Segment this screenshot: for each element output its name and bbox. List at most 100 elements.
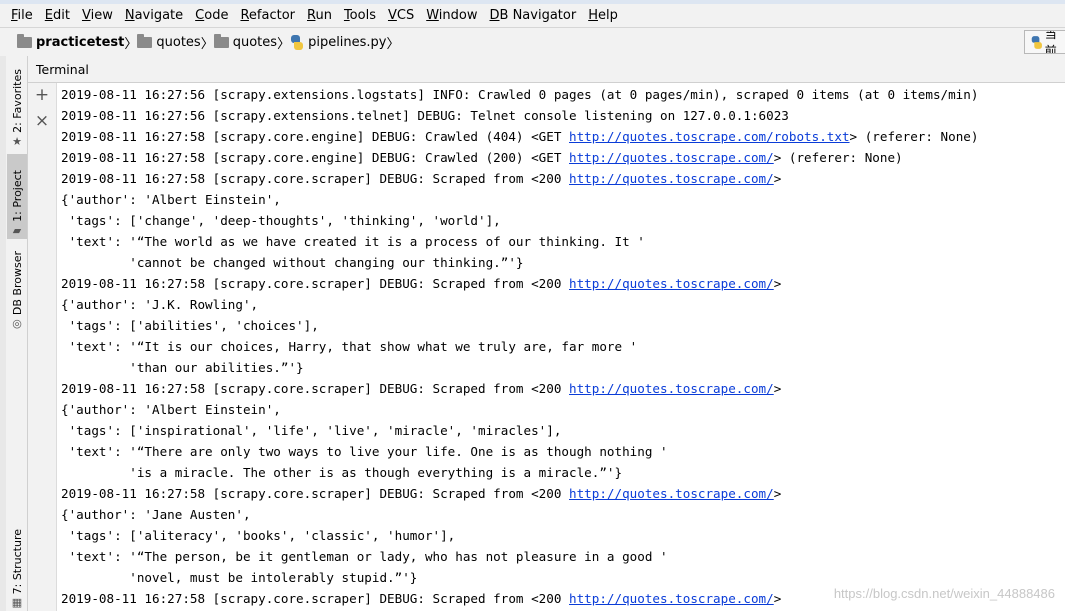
tool-tab-favorites[interactable]: 2: Favorites ★ (7, 60, 27, 150)
menu-refactor[interactable]: Refactor (234, 4, 301, 27)
menu-run[interactable]: Run (301, 4, 338, 27)
breadcrumb-project[interactable]: practicetest (17, 28, 124, 56)
console-line: 2019-08-11 16:27:58 [scrapy.core.scraper… (61, 273, 781, 294)
console-line-suffix: > (773, 591, 782, 606)
console-line-suffix: > (referer: None) (849, 129, 979, 144)
console-link[interactable]: http://quotes.toscrape.com/ (569, 486, 774, 501)
console-line-suffix: > (773, 486, 782, 501)
console-line-text: 2019-08-11 16:27:58 [scrapy.core.scraper… (61, 591, 569, 606)
project-tab-label: 1: Project (10, 170, 24, 222)
star-icon: ★ (12, 135, 22, 148)
console-line-text: {'author': 'Albert Einstein', (61, 192, 281, 207)
python-icon (1031, 35, 1042, 49)
menu-tools[interactable]: Tools (338, 4, 382, 27)
terminal-output[interactable]: 2019-08-11 16:27:56 [scrapy.extensions.l… (57, 84, 1065, 611)
console-line: 'novel, must be intolerably stupid.”'} (61, 567, 417, 588)
chevron-right-icon: 〉 (277, 36, 291, 52)
console-line: 'tags': ['change', 'deep-thoughts', 'thi… (61, 210, 501, 231)
console-link[interactable]: http://quotes.toscrape.com/ (569, 171, 774, 186)
chevron-right-icon: 〉 (386, 36, 400, 52)
console-line: 'tags': ['inspirational', 'life', 'live'… (61, 420, 562, 441)
menu-vcs[interactable]: VCS (382, 4, 420, 27)
console-line-text: 'text': '“It is our choices, Harry, that… (61, 339, 638, 354)
breadcrumb-subfolder[interactable]: quotes (213, 28, 277, 56)
console-line: 'is a miracle. The other is as though ev… (61, 462, 622, 483)
folder-icon (137, 33, 153, 48)
terminal-header: Terminal (28, 56, 1065, 83)
console-line-text: 'text': '“The person, be it gentleman or… (61, 549, 668, 564)
folder-icon (17, 33, 32, 48)
console-line-text: {'author': 'Albert Einstein', (61, 402, 281, 417)
console-line: 2019-08-11 16:27:58 [scrapy.core.scraper… (61, 168, 781, 189)
console-line-text: 'tags': ['inspirational', 'life', 'live'… (61, 423, 562, 438)
menu-window[interactable]: Window (420, 4, 483, 27)
console-line-text: 'novel, must be intolerably stupid.”'} (61, 570, 418, 585)
console-line-suffix: > (773, 171, 782, 186)
console-line-text: 'is a miracle. The other is as though ev… (61, 465, 623, 480)
console-line: 'tags': ['abilities', 'choices'], (61, 315, 319, 336)
console-line-text: 'cannot be changed without changing our … (61, 255, 524, 270)
left-tool-stripe: 2: Favorites ★ 1: Project ▰ DB Browser ◎… (0, 56, 28, 611)
console-line: 'cannot be changed without changing our … (61, 252, 524, 273)
console-line: {'author': 'Jane Austen', (61, 504, 251, 525)
menu-code[interactable]: Code (189, 4, 234, 27)
menu-bar: File Edit View Navigate Code Refactor Ru… (0, 4, 1065, 27)
folder-icon: ▰ (12, 224, 22, 237)
run-configuration-selector[interactable]: 当前 (1024, 30, 1065, 54)
breadcrumb-file[interactable]: pipelines.py (290, 28, 387, 56)
console-line: 'text': '“There are only two ways to liv… (61, 441, 668, 462)
console-line-text: 'text': '“The world as we have created i… (61, 234, 645, 249)
console-line: 2019-08-11 16:27:58 [scrapy.core.scraper… (61, 483, 781, 504)
folder-icon (213, 33, 229, 48)
console-line: 'text': '“The world as we have created i… (61, 231, 645, 252)
menu-db-navigator[interactable]: DB Navigator (484, 4, 583, 27)
console-link[interactable]: http://quotes.toscrape.com/ (569, 150, 774, 165)
console-line: 'tags': ['aliteracy', 'books', 'classic'… (61, 525, 456, 546)
console-line-text: 'tags': ['aliteracy', 'books', 'classic'… (61, 528, 456, 543)
console-line-text: {'author': 'J.K. Rowling', (61, 297, 259, 312)
menu-help[interactable]: Help (582, 4, 624, 27)
console-line: {'author': 'Albert Einstein', (61, 189, 281, 210)
db-browser-tab-label: DB Browser (10, 250, 24, 315)
console-line-text: 2019-08-11 16:27:56 [scrapy.extensions.t… (61, 108, 789, 123)
run-configuration-label: 当前 (1044, 30, 1057, 54)
close-session-icon[interactable]: × (34, 113, 50, 130)
menu-edit[interactable]: Edit (39, 4, 76, 27)
tool-tab-project[interactable]: 1: Project ▰ (7, 154, 27, 239)
console-line-text: 'tags': ['abilities', 'choices'], (61, 318, 319, 333)
console-link[interactable]: http://quotes.toscrape.com/ (569, 381, 774, 396)
console-line-suffix: > (773, 276, 782, 291)
menu-navigate[interactable]: Navigate (119, 4, 189, 27)
console-line: 2019-08-11 16:27:58 [scrapy.core.scraper… (61, 378, 781, 399)
console-line-text: 2019-08-11 16:27:58 [scrapy.core.scraper… (61, 276, 569, 291)
console-line-text: 2019-08-11 16:27:56 [scrapy.extensions.l… (61, 87, 979, 102)
console-line-suffix: > (773, 381, 782, 396)
console-line-text: 2019-08-11 16:27:58 [scrapy.core.engine]… (61, 129, 569, 144)
tool-tab-structure[interactable]: 7: Structure ▦ (7, 526, 27, 611)
tool-tab-db-browser[interactable]: DB Browser ◎ (7, 246, 27, 332)
console-line: 'than our abilities.”'} (61, 357, 304, 378)
console-line: 2019-08-11 16:27:58 [scrapy.core.scraper… (61, 588, 781, 609)
terminal-toolbar: + × (28, 83, 57, 611)
console-line: {'author': 'J.K. Rowling', (61, 294, 258, 315)
console-line: 2019-08-11 16:27:56 [scrapy.extensions.t… (61, 105, 789, 126)
console-link[interactable]: http://quotes.toscrape.com/ (569, 591, 774, 606)
breadcrumb-folder[interactable]: quotes (137, 28, 201, 56)
new-session-plus-icon[interactable]: + (34, 87, 50, 104)
console-link[interactable]: http://quotes.toscrape.com/ (569, 276, 774, 291)
console-link[interactable]: http://quotes.toscrape.com/robots.txt (569, 129, 850, 144)
menu-file[interactable]: File (0, 4, 39, 27)
structure-icon: ▦ (11, 596, 23, 609)
python-file-icon (290, 34, 304, 50)
terminal-title[interactable]: Terminal (36, 62, 89, 77)
navigation-bar: practicetest 〉 quotes 〉 quotes 〉 pipelin… (0, 27, 1065, 57)
console-line-text: 2019-08-11 16:27:58 [scrapy.core.scraper… (61, 381, 569, 396)
console-line-text: 'than our abilities.”'} (61, 360, 304, 375)
console-line: 'text': '“It is our choices, Harry, that… (61, 336, 638, 357)
structure-tab-label: 7: Structure (10, 528, 24, 594)
console-line-suffix: > (referer: None) (773, 150, 903, 165)
database-icon: ◎ (12, 317, 22, 330)
console-line-text: 2019-08-11 16:27:58 [scrapy.core.scraper… (61, 486, 569, 501)
menu-view[interactable]: View (76, 4, 119, 27)
console-line-text: 'tags': ['change', 'deep-thoughts', 'thi… (61, 213, 501, 228)
